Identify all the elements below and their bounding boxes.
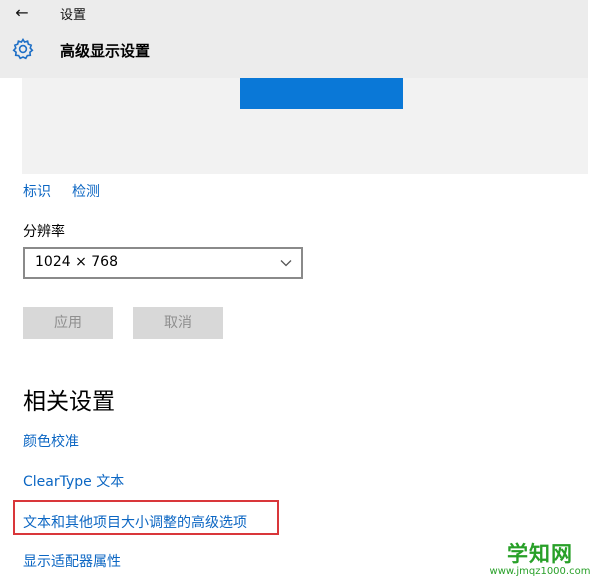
identify-link[interactable]: 标识 [23, 181, 51, 201]
page-title: 高级显示设置 [60, 42, 151, 60]
chevron-down-icon [280, 260, 292, 267]
header: ← 设置 高级显示设置 [0, 0, 588, 78]
detect-link[interactable]: 检测 [72, 181, 100, 201]
color-calibration-link[interactable]: 颜色校准 [23, 431, 79, 451]
cancel-button[interactable]: 取消 [133, 307, 223, 339]
titlebar: ← 设置 [0, 0, 588, 26]
display-preview [22, 78, 588, 174]
back-button[interactable]: ← [10, 2, 34, 24]
back-arrow-icon: ← [15, 3, 29, 22]
apply-button[interactable]: 应用 [23, 307, 113, 339]
related-settings-title: 相关设置 [23, 389, 115, 415]
gear-icon [12, 38, 34, 60]
advanced-sizing-link[interactable]: 文本和其他项目大小调整的高级选项 [23, 512, 247, 532]
watermark-name: 学知网 [507, 542, 573, 566]
watermark: 学知网 www.jmqz1000.com [487, 542, 593, 578]
resolution-value: 1024 × 768 [35, 254, 118, 270]
resolution-dropdown[interactable]: 1024 × 768 [23, 247, 303, 279]
monitor-tile[interactable] [240, 78, 403, 109]
resolution-label: 分辨率 [23, 224, 65, 240]
watermark-url: www.jmqz1000.com [489, 566, 591, 577]
display-adapter-properties-link[interactable]: 显示适配器属性 [23, 551, 121, 571]
app-title: 设置 [60, 8, 87, 23]
cleartype-text-link[interactable]: ClearType 文本 [23, 471, 124, 491]
